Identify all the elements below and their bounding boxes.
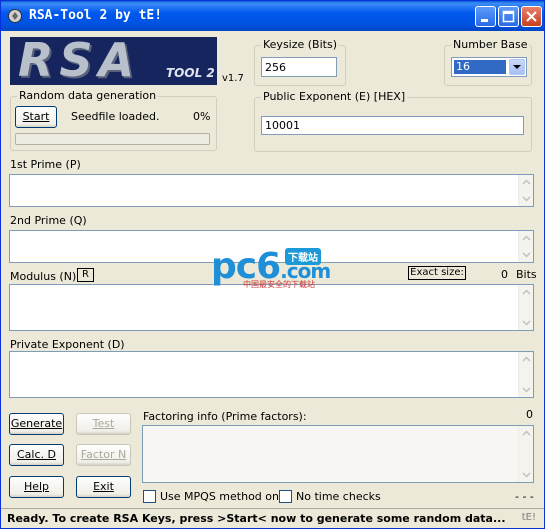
minimize-button[interactable] [475,6,496,27]
scroll-up-icon[interactable] [520,286,533,299]
calc-d-button[interactable]: Calc. D [9,444,64,466]
prime2-label: 2nd Prime (Q) [10,214,87,227]
watermark-subtitle: 中国最安全的下载站 [243,280,315,289]
start-button-label: Start [22,110,50,123]
watermark-tag: 下载站 [285,248,321,265]
number-base-selected: 16 [454,60,506,74]
factoring-scrollbar[interactable] [518,426,533,482]
close-button[interactable] [521,6,542,27]
version-label: v1.7 [222,73,244,84]
public-exponent-label: Public Exponent (E) [HEX] [261,90,408,103]
exit-button[interactable]: Exit [76,476,131,498]
close-icon [526,11,537,22]
keysize-label: Keysize (Bits) [261,38,339,51]
progress-percent: 0% [193,110,211,123]
help-button[interactable]: Help [9,476,64,498]
random-progress-bar [15,133,210,145]
mpqs-label: Use MPQS method only [160,490,289,503]
test-button[interactable]: Test [76,413,131,435]
prime1-scrollbar[interactable] [518,175,533,206]
scroll-up-icon[interactable] [520,232,533,245]
factoring-label: Factoring info (Prime factors): [143,410,307,423]
prime1-field[interactable] [9,174,534,207]
scroll-up-icon[interactable] [520,176,533,189]
factoring-timer: - - - [515,490,534,503]
r-button[interactable]: R [77,268,94,282]
factoring-field[interactable] [142,425,534,483]
logo-text: RSA [18,37,141,85]
help-button-label: Help [23,480,50,493]
status-corner: tE! [521,512,536,523]
factor-n-button-label: Factor N [80,448,127,461]
dropdown-button[interactable] [509,59,525,75]
scroll-up-icon[interactable] [520,353,533,366]
mpqs-checkbox[interactable] [143,490,156,503]
prime1-label: 1st Prime (P) [10,158,81,171]
generate-button-label: Generate [10,417,63,430]
private-exponent-scrollbar[interactable] [518,352,533,397]
status-text: Ready. To create RSA Keys, press >Start<… [7,512,506,525]
number-base-label: Number Base [451,38,530,51]
keysize-input[interactable] [261,57,337,77]
private-exponent-label: Private Exponent (D) [10,338,125,351]
app-icon [8,9,22,23]
start-button[interactable]: Start [15,106,57,128]
modulus-size-value: 0 [501,268,508,281]
title-bar[interactable]: RSA-Tool 2 by tE! [1,1,544,31]
test-button-label: Test [92,417,115,430]
public-exponent-input[interactable] [261,116,524,135]
calc-d-button-label: Calc. D [17,448,56,461]
exit-button-label: Exit [93,480,114,493]
no-time-checks-label: No time checks [296,490,381,503]
modulus-scrollbar[interactable] [518,285,533,330]
scroll-up-icon[interactable] [520,427,533,440]
no-time-checks-checkbox[interactable] [279,490,292,503]
rsa-logo: RSA TOOL 2 [10,37,217,85]
chevron-down-icon [513,65,521,69]
scroll-down-icon[interactable] [520,468,533,481]
prime2-scrollbar[interactable] [518,231,533,262]
scroll-down-icon[interactable] [520,248,533,261]
private-exponent-field[interactable] [9,351,534,398]
modulus-label: Modulus (N) [10,270,77,283]
maximize-button[interactable] [498,6,519,27]
random-data-label: Random data generation [17,89,159,102]
modulus-size-unit: Bits [516,268,537,281]
modulus-field[interactable] [9,284,534,331]
window-title: RSA-Tool 2 by tE! [29,8,163,23]
maximize-icon [502,10,515,23]
exact-size-label: Exact size: [408,266,466,280]
pc6-watermark: pc6.com 下载站 中国最安全的下载站 [211,246,341,291]
scroll-down-icon[interactable] [520,192,533,205]
logo-tool-text: TOOL 2 [166,66,215,80]
main-window: RSA-Tool 2 by tE! RSA TOOL 2 v1.7 Keysiz… [0,0,545,529]
scroll-down-icon[interactable] [520,316,533,329]
factor-n-button[interactable]: Factor N [76,444,131,466]
number-base-select[interactable]: 16 [451,57,527,77]
generate-button[interactable]: Generate [9,413,64,435]
seed-status: Seedfile loaded. [71,110,160,123]
status-bar: Ready. To create RSA Keys, press >Start<… [1,508,544,528]
scroll-down-icon[interactable] [520,383,533,396]
factoring-count: 0 [526,408,533,421]
minimize-icon [481,19,488,22]
